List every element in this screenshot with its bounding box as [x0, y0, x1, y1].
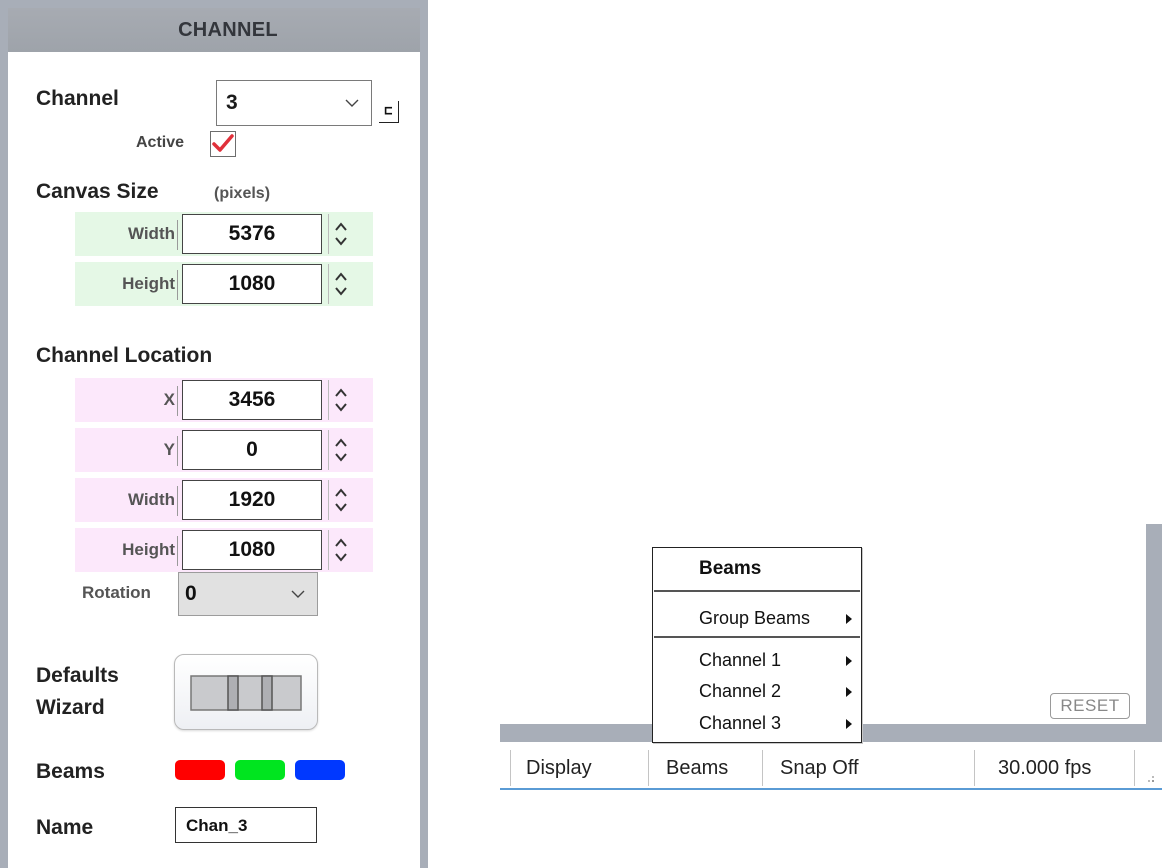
panel-header: CHANNEL	[8, 8, 420, 52]
chevron-down-icon	[291, 590, 305, 598]
beam-green-swatch[interactable]	[235, 760, 285, 780]
resize-grip-icon[interactable]	[1146, 774, 1156, 784]
up-down-arrows-icon	[334, 272, 347, 296]
up-down-arrows-icon	[334, 538, 347, 562]
active-label: Active	[136, 134, 185, 151]
submenu-arrow-icon	[846, 687, 852, 697]
menu-title: Beams	[699, 558, 762, 579]
status-beams[interactable]: Beams	[656, 748, 728, 788]
channel-select-value: 3	[226, 91, 238, 114]
divider	[177, 386, 178, 416]
up-down-arrows-icon	[334, 222, 347, 246]
location-x-label: X	[163, 390, 175, 409]
channel-corner-button[interactable]: ⊏	[379, 101, 399, 123]
status-display[interactable]: Display	[516, 748, 592, 788]
status-fps: 30.000 fps	[998, 756, 1092, 779]
canvas-height-input[interactable]: 1080	[182, 264, 322, 304]
checkmark-icon	[212, 134, 234, 152]
up-down-arrows-icon	[334, 388, 347, 412]
canvas-width-input[interactable]: 5376	[182, 214, 322, 254]
submenu-arrow-icon	[846, 656, 852, 666]
submenu-arrow-icon	[846, 719, 852, 729]
divider	[177, 486, 178, 516]
submenu-arrow-icon	[846, 614, 852, 624]
beams-label: Beams	[36, 760, 105, 783]
up-down-arrows-icon	[334, 438, 347, 462]
canvas-width-label: Width	[127, 224, 175, 243]
channel-location-label: Channel Location	[36, 344, 213, 367]
beams-context-menu: Beams Group Beams Channel 1 Channel 2 Ch…	[652, 547, 862, 743]
location-height-spinner[interactable]	[328, 530, 352, 570]
location-x-spinner[interactable]	[328, 380, 352, 420]
up-down-arrows-icon	[334, 488, 347, 512]
chevron-down-icon	[345, 99, 359, 107]
menu-item-channel-3[interactable]: Channel 3	[653, 708, 861, 739]
menu-separator	[654, 590, 860, 592]
location-width-input[interactable]: 1920	[182, 480, 322, 520]
panel-title: CHANNEL	[178, 18, 278, 41]
location-y-label: Y	[163, 440, 175, 459]
divider	[510, 750, 511, 786]
menu-item-label: Channel 2	[699, 681, 782, 701]
divider	[762, 750, 763, 786]
name-label: Name	[36, 816, 94, 839]
beam-blue-swatch[interactable]	[295, 760, 345, 780]
viewport-right-border	[1146, 524, 1162, 742]
location-height-label: Height	[122, 540, 175, 559]
divider	[177, 270, 178, 300]
menu-item-label: Channel 3	[699, 713, 782, 733]
active-checkbox[interactable]	[210, 131, 236, 157]
channel-panel: CHANNEL Channel 3 ⊏ Active Canvas Size (…	[0, 0, 428, 868]
menu-item-label: Group Beams	[699, 608, 811, 628]
location-y-spinner[interactable]	[328, 430, 352, 470]
defaults-wizard-button[interactable]	[174, 654, 318, 730]
menu-item-channel-1[interactable]: Channel 1	[653, 645, 861, 676]
screens-icon	[190, 675, 302, 711]
canvas-height-spinner[interactable]	[328, 264, 352, 304]
rotation-select[interactable]: 0	[178, 572, 318, 616]
menu-item-group-beams[interactable]: Group Beams	[653, 603, 861, 634]
divider	[177, 220, 178, 250]
status-bar: Display Beams Snap Off 30.000 fps	[500, 748, 1162, 790]
defaults-wizard-label-line2: Wizard	[36, 696, 105, 719]
location-width-spinner[interactable]	[328, 480, 352, 520]
divider	[974, 750, 975, 786]
menu-separator	[654, 636, 860, 638]
divider	[177, 536, 178, 566]
canvas-size-unit: (pixels)	[214, 185, 271, 202]
divider	[177, 436, 178, 466]
channel-panel-body: CHANNEL Channel 3 ⊏ Active Canvas Size (…	[8, 8, 420, 868]
canvas-height-label: Height	[122, 274, 175, 293]
divider	[1134, 750, 1135, 786]
name-input[interactable]: Chan_3	[175, 807, 317, 843]
location-width-label: Width	[127, 490, 175, 509]
channel-label: Channel	[36, 87, 119, 110]
location-height-input[interactable]: 1080	[182, 530, 322, 570]
status-snap[interactable]: Snap Off	[770, 748, 859, 788]
location-y-input[interactable]: 0	[182, 430, 322, 470]
canvas-size-label: Canvas Size	[36, 180, 159, 203]
divider	[648, 750, 649, 786]
channel-select[interactable]: 3	[216, 80, 372, 126]
rotation-select-value: 0	[185, 582, 197, 605]
beam-red-swatch[interactable]	[175, 760, 225, 780]
defaults-wizard-label-line1: Defaults	[36, 664, 119, 687]
canvas-width-spinner[interactable]	[328, 214, 352, 254]
location-x-input[interactable]: 3456	[182, 380, 322, 420]
rotation-label: Rotation	[82, 583, 151, 602]
reset-button[interactable]: RESET	[1050, 693, 1130, 719]
menu-item-label: Channel 1	[699, 650, 782, 670]
menu-item-channel-2[interactable]: Channel 2	[653, 676, 861, 707]
